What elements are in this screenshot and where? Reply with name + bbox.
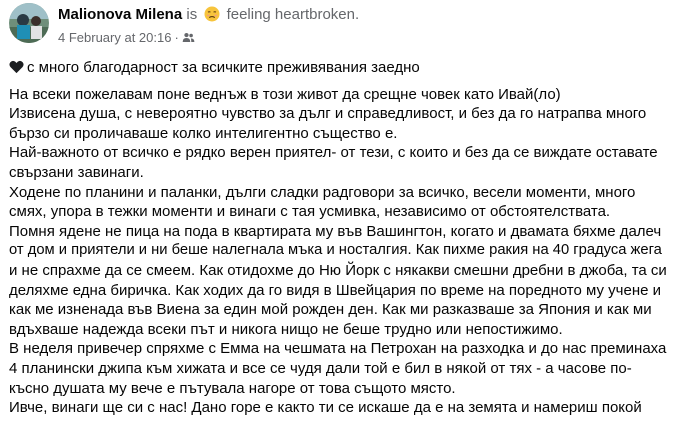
meta-separator: · xyxy=(174,30,179,45)
author-line: Malionova Milena is feeling heartbroken. xyxy=(58,6,359,27)
post-body: с много благодарност за всичките преживя… xyxy=(9,58,671,418)
sad-face-icon xyxy=(204,6,220,27)
avatar-photo xyxy=(9,3,49,43)
post-text-line: и не спрахме да се смеем. Как отидохме д… xyxy=(9,261,667,279)
post-text-line: В неделя привечер спряхме с Емма на чешм… xyxy=(9,340,667,358)
friends-audience-icon[interactable] xyxy=(182,31,195,49)
post-text-line: Най-важното от всичко е рядко верен прия… xyxy=(9,144,658,162)
post-text-line: Ходене по планини и паланки, дълги сладк… xyxy=(9,183,636,201)
post-text-line: свързани завинаги. xyxy=(9,163,144,181)
post-text-line: от дом и приятели и ни беше налегнала мъ… xyxy=(9,242,662,259)
black-heart-icon xyxy=(9,60,24,80)
post-text-line: Помня ядене не пица на пода в квартирата… xyxy=(9,222,662,240)
post-text-line: смях, упора в тежки моменти и винаги с т… xyxy=(9,203,611,221)
post-text-line: На всеки пожелавам поне веднъж в този жи… xyxy=(9,85,561,103)
post-timestamp[interactable]: 4 February at 20:16 xyxy=(58,30,171,45)
post-header: Malionova Milena is feeling heartbroken.… xyxy=(9,3,359,45)
post-text-line: как ме изненада във Виена за един мой ро… xyxy=(9,301,652,319)
post-text-line: късно душата му вече е пътувала нагоре о… xyxy=(9,379,456,397)
intro-text: с много благодарност за всичките преживя… xyxy=(27,59,420,76)
post-text-line: деляхме една биричка. Как ходих да го ви… xyxy=(9,281,661,299)
post-text-line: вдъхваше надежда всеки път и никога нищо… xyxy=(9,320,563,338)
feeling-text: feeling heartbroken. xyxy=(226,6,360,23)
avatar[interactable] xyxy=(9,3,49,43)
header-text: Malionova Milena is feeling heartbroken.… xyxy=(58,6,359,49)
post-text-line: бързо си проличаваше колко интелигентно … xyxy=(9,124,398,142)
post-text-line: 4 планински джипа към хижата и все се чу… xyxy=(9,359,632,377)
post-meta: 4 February at 20:16 · xyxy=(58,29,359,49)
status-prefix: is xyxy=(186,6,198,23)
post-text-line: Извисена душа, с невероятно чувство за д… xyxy=(9,105,647,123)
post-intro: с много благодарност за всичките преживя… xyxy=(9,58,671,80)
post-text-line: Ивче, винаги ще си с нас! Дано горе е ка… xyxy=(9,399,642,417)
author-name[interactable]: Malionova Milena xyxy=(58,6,182,23)
